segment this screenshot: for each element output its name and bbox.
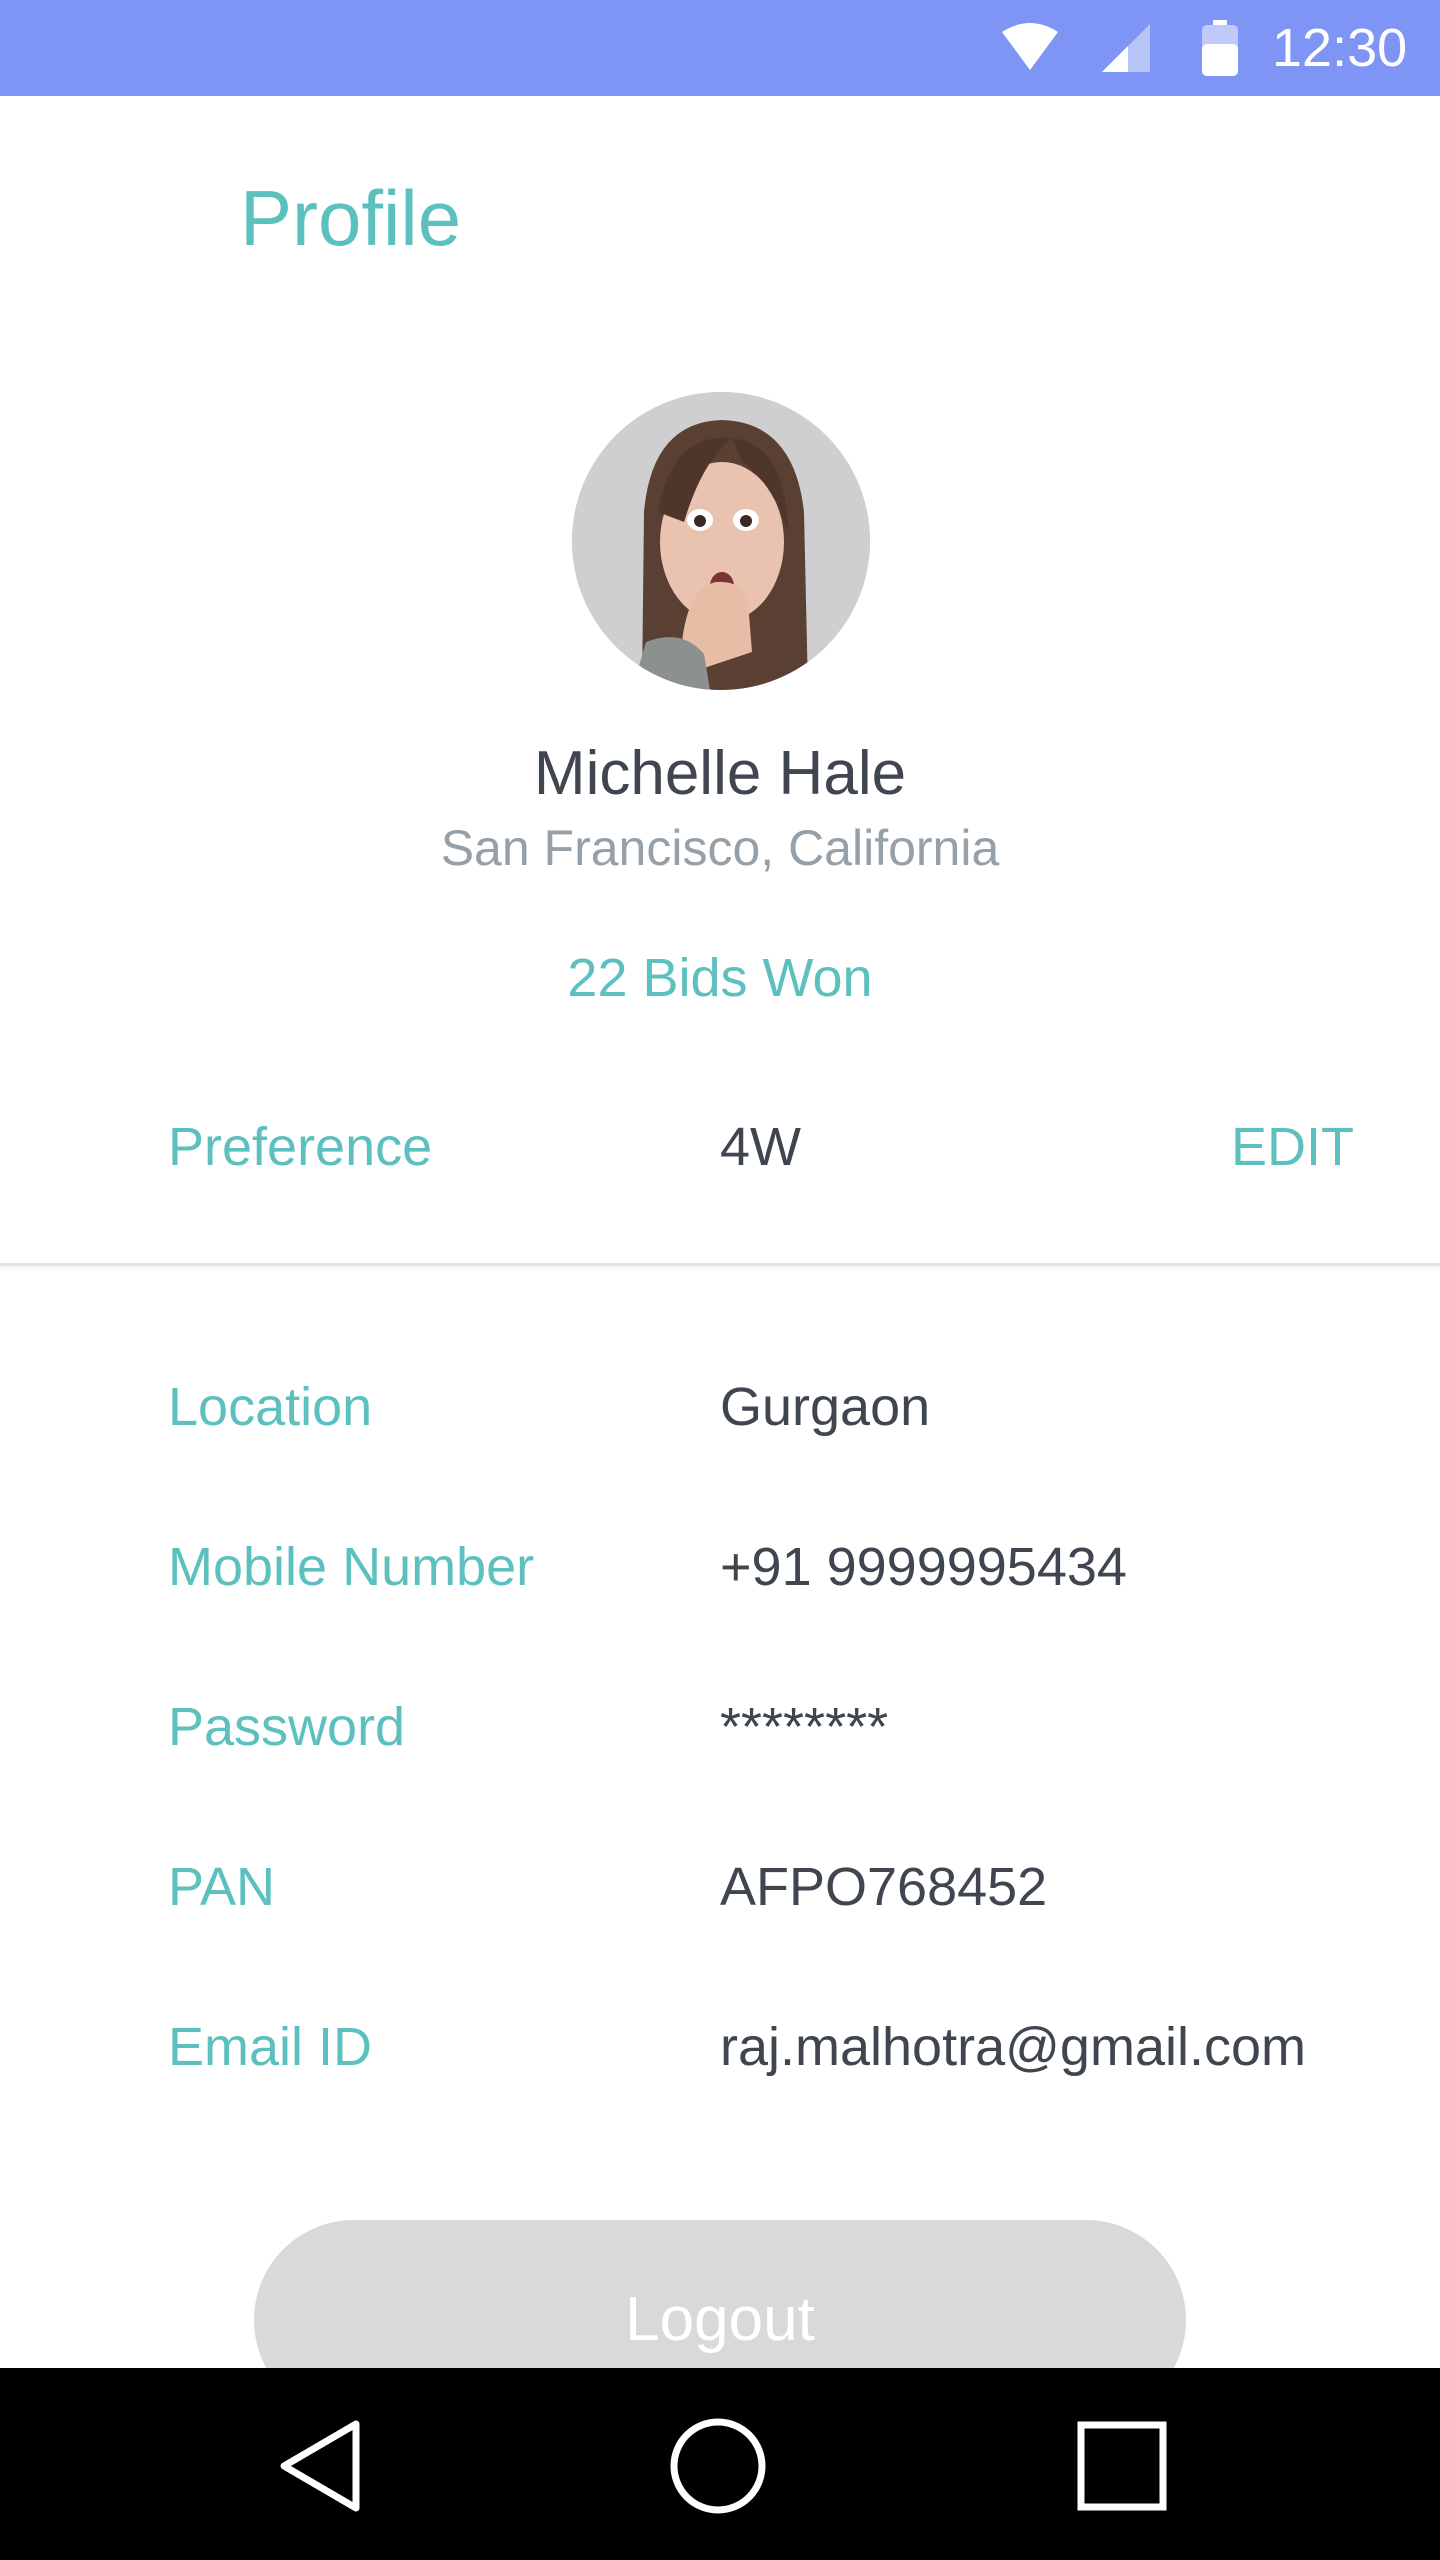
detail-label: Mobile Number [168, 1537, 535, 1597]
detail-label: PAN [168, 1857, 276, 1917]
profile-details: Location Gurgaon Mobile Number +91 99999… [0, 1370, 1440, 2170]
detail-value: AFPO768452 [720, 1857, 1048, 1917]
battery-icon [1202, 20, 1238, 81]
page-title: Profile [240, 174, 462, 262]
signal-icon [1100, 22, 1152, 79]
detail-label: Email ID [168, 2017, 373, 2077]
detail-value: Gurgaon [720, 1377, 931, 1437]
detail-label: Location [168, 1377, 373, 1437]
detail-value: +91 9999995434 [720, 1537, 1127, 1597]
profile-name: Michelle Hale [533, 739, 907, 808]
detail-row-location: Location Gurgaon [0, 1370, 1440, 1530]
profile-location: San Francisco, California [440, 820, 1000, 876]
recents-icon[interactable] [1072, 2416, 1172, 2516]
bids-won-count: 22 Bids Won [567, 948, 873, 1008]
navigation-bar [0, 2368, 1440, 2560]
detail-row-pan: PAN AFPO768452 [0, 1850, 1440, 2010]
detail-row-mobile: Mobile Number +91 9999995434 [0, 1530, 1440, 1690]
edit-preference-button[interactable]: EDIT [1231, 1117, 1354, 1177]
divider [0, 1263, 1440, 1266]
detail-row-email: Email ID raj.malhotra@gmail.com [0, 2010, 1440, 2170]
preference-label: Preference [168, 1117, 433, 1177]
detail-value: raj.malhotra@gmail.com [720, 2017, 1306, 2077]
status-bar: 12:30 [0, 0, 1440, 96]
status-time: 12:30 [1272, 18, 1408, 78]
wifi-icon [1000, 22, 1060, 77]
avatar[interactable] [572, 392, 870, 690]
back-icon[interactable] [270, 2416, 370, 2516]
preference-value: 4W [720, 1117, 801, 1177]
detail-value: ******** [720, 1697, 889, 1757]
detail-row-password: Password ******** [0, 1690, 1440, 1850]
home-icon[interactable] [668, 2416, 768, 2516]
detail-label: Password [168, 1697, 406, 1757]
